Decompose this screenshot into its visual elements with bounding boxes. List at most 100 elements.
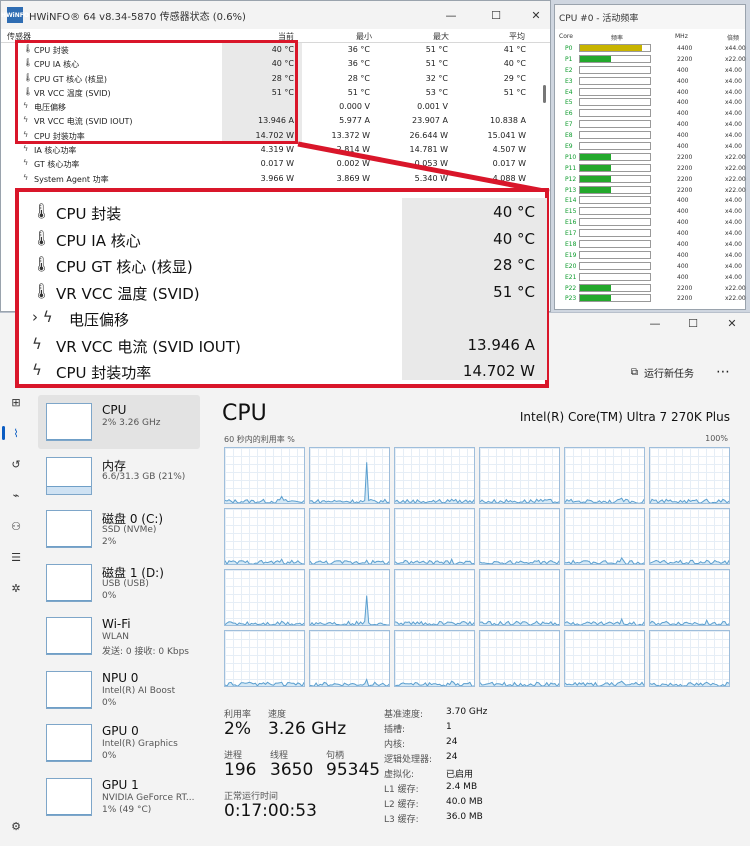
- core-graph[interactable]: [479, 447, 560, 504]
- app-history-icon[interactable]: ↺: [8, 456, 24, 472]
- startup-apps-icon[interactable]: ⌁: [8, 487, 24, 503]
- core-utilization-trace: [225, 558, 304, 564]
- services-icon[interactable]: ✲: [8, 580, 24, 596]
- core-utilization-trace: [310, 462, 389, 503]
- perf-item[interactable]: 内存 6.6/31.3 GB (21%): [38, 449, 200, 503]
- zoom-sensor-row: ϟ VR VCC 电流 (SVID IOUT) 13.946 A: [19, 332, 545, 359]
- spec-label: 内核:: [384, 740, 406, 750]
- spec-value: 已启用: [446, 770, 474, 780]
- core-graph[interactable]: [479, 508, 560, 565]
- processes-value: 196: [224, 760, 257, 780]
- core-utilization-trace: [225, 620, 304, 625]
- perf-thumbnail: [46, 403, 92, 441]
- core-graph[interactable]: [309, 508, 390, 565]
- perf-item[interactable]: 磁盘 1 (D:) USB (USB) 0%: [38, 556, 200, 610]
- spec-label: 基准速度:: [384, 710, 424, 720]
- core-graph[interactable]: [309, 569, 390, 626]
- perf-item-name: CPU: [102, 403, 127, 417]
- core-graph[interactable]: [649, 569, 730, 626]
- thermometer-icon: 🌡: [32, 255, 52, 273]
- zoom-sensor-row: 🌡 VR VCC 温度 (SVID) 51 °C: [19, 279, 545, 306]
- perf-item-detail: 2% 3.26 GHz: [102, 418, 161, 428]
- perf-item-detail: SSD (NVMe): [102, 525, 157, 535]
- core-utilization-trace: [650, 618, 729, 625]
- perf-thumbnail: [46, 510, 92, 548]
- spec-label: L1 缓存:: [384, 785, 419, 795]
- core-utilization-trace: [225, 495, 304, 503]
- perf-item[interactable]: Wi-Fi WLAN 发送: 0 接收: 0 Kbps: [38, 609, 200, 663]
- core-graph[interactable]: [479, 630, 560, 687]
- core-utilization-trace: [395, 620, 474, 625]
- core-utilization-trace: [310, 559, 389, 564]
- zoom-sensor-name: VR VCC 温度 (SVID): [56, 284, 200, 303]
- zoom-sensor-name: CPU 封装: [56, 205, 122, 223]
- zoom-sensor-name: 电压偏移: [69, 311, 130, 329]
- core-graph[interactable]: [224, 447, 305, 504]
- core-utilization-trace: [225, 681, 304, 686]
- core-utilization-trace: [565, 497, 644, 503]
- cpu-panel: CPU Intel(R) Core(TM) Ultra 7 270K Plus …: [210, 395, 750, 846]
- performance-icon[interactable]: ⌇: [8, 425, 24, 441]
- performance-list: CPU 2% 3.26 GHz 内存 6.6/31.3 GB (21%) 磁盘 0 (C…: [38, 395, 200, 846]
- core-graph[interactable]: [394, 447, 475, 504]
- core-graph-grid[interactable]: [224, 447, 730, 687]
- spec-value: 3.70 GHz: [446, 707, 488, 717]
- core-graph[interactable]: [224, 630, 305, 687]
- thermometer-icon: 🌡: [32, 281, 52, 300]
- core-utilization-trace: [395, 680, 474, 686]
- perf-item-detail2: 0%: [102, 590, 117, 601]
- zoom-sensor-current: 13.946 A: [467, 335, 535, 354]
- lightning-icon: ϟ: [32, 361, 42, 379]
- perf-item[interactable]: GPU 1 NVIDIA GeForce RT... 1% (49 °C): [38, 770, 200, 824]
- settings-icon[interactable]: ⚙: [8, 818, 24, 834]
- spec-label: 虚拟化:: [384, 770, 415, 780]
- core-graph[interactable]: [564, 630, 645, 687]
- core-utilization-trace: [565, 557, 644, 564]
- core-utilization-trace: [480, 498, 559, 503]
- core-graph[interactable]: [394, 508, 475, 565]
- users-icon[interactable]: ⚇: [8, 518, 24, 534]
- perf-item-detail2: 0%: [102, 751, 117, 761]
- core-graph[interactable]: [564, 508, 645, 565]
- spec-label: 逻辑处理器:: [384, 755, 433, 765]
- core-graph[interactable]: [479, 569, 560, 626]
- perf-thumbnail: [46, 563, 92, 602]
- zoom-sensor-current: 40 °C: [493, 203, 535, 221]
- perf-item[interactable]: CPU 2% 3.26 GHz: [38, 395, 200, 449]
- core-graph[interactable]: [649, 508, 730, 565]
- spec-value: 24: [446, 737, 458, 747]
- details-icon[interactable]: ☰: [8, 549, 24, 565]
- zoom-sensor-row: 🌡 CPU 封装 40 °C: [19, 199, 545, 226]
- core-graph[interactable]: [394, 569, 475, 626]
- zoom-sensor-name: CPU GT 核心 (核显): [56, 258, 193, 276]
- perf-thumbnail-fill: [47, 546, 91, 547]
- perf-item[interactable]: GPU 0 Intel(R) Graphics 0%: [38, 716, 200, 770]
- perf-item-detail: 6.6/31.3 GB (21%): [102, 471, 186, 482]
- core-graph[interactable]: [309, 447, 390, 504]
- perf-item-name: Wi-Fi: [102, 617, 131, 631]
- spec-label: 插槽:: [384, 725, 406, 735]
- zoom-sensor-current: 51 °C: [493, 282, 535, 301]
- core-graph[interactable]: [649, 447, 730, 504]
- core-utilization-trace: [565, 680, 644, 686]
- core-graph[interactable]: [564, 569, 645, 626]
- perf-item[interactable]: 磁盘 0 (C:) SSD (NVMe) 2%: [38, 502, 200, 556]
- core-graph[interactable]: [224, 508, 305, 565]
- perf-item-detail2: 2%: [102, 537, 117, 547]
- core-graph[interactable]: [649, 630, 730, 687]
- core-graph[interactable]: [309, 630, 390, 687]
- perf-thumbnail-fill: [47, 813, 91, 815]
- core-graph[interactable]: [564, 447, 645, 504]
- core-graph[interactable]: [224, 569, 305, 626]
- active-indicator: [2, 426, 5, 440]
- spec-value: 36.0 MB: [446, 812, 483, 822]
- core-utilization-trace: [650, 498, 729, 503]
- spec-value: 40.0 MB: [446, 797, 483, 807]
- spec-label: L3 缓存:: [384, 815, 419, 825]
- core-graph[interactable]: [394, 630, 475, 687]
- perf-item-name: GPU 1: [102, 777, 139, 792]
- perf-item-detail: Intel(R) Graphics: [102, 739, 178, 749]
- perf-item[interactable]: NPU 0 Intel(R) AI Boost 0%: [38, 663, 200, 717]
- spec-label: L2 缓存:: [384, 800, 419, 810]
- spec-value: 24: [446, 752, 458, 762]
